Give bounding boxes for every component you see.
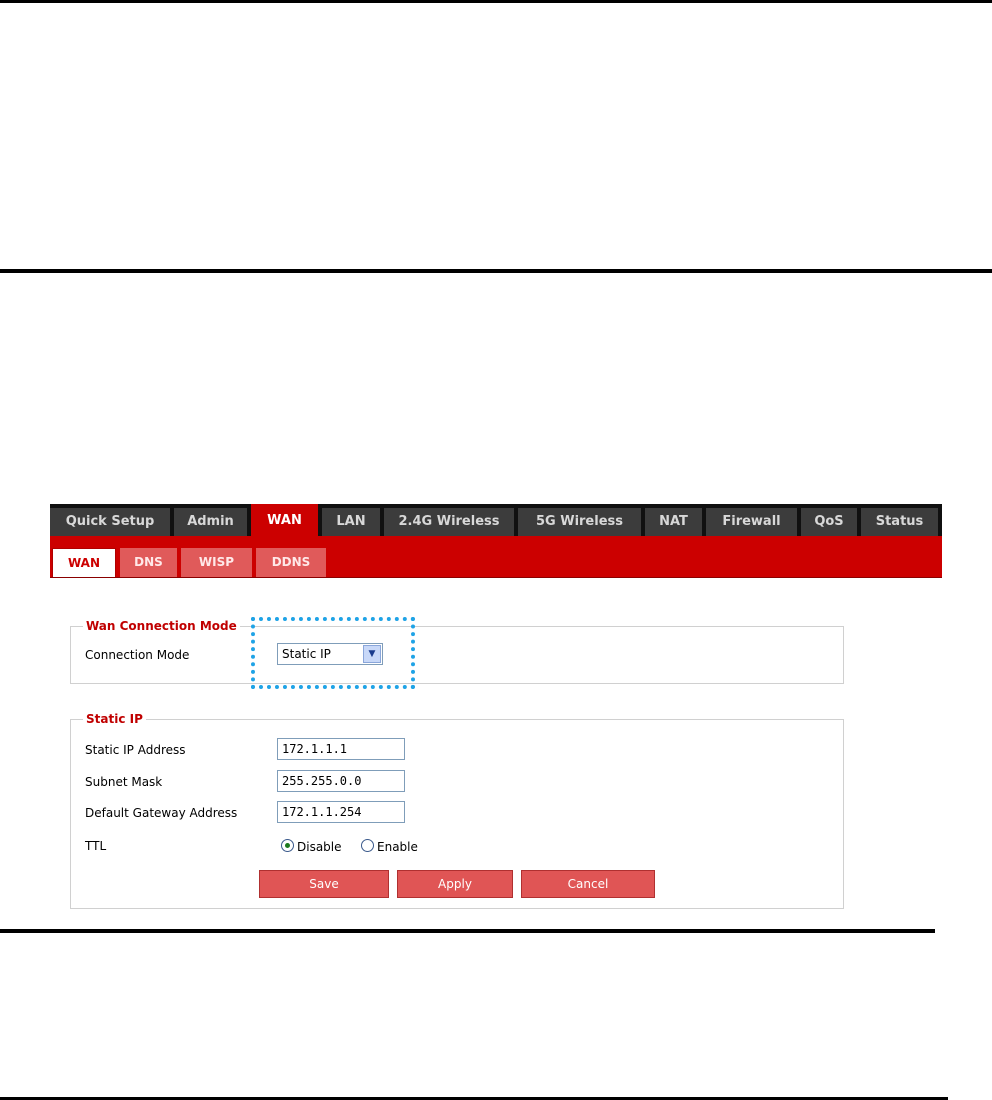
subnet-mask-label: Subnet Mask	[85, 775, 163, 789]
subtab-wisp[interactable]: WISP	[181, 548, 252, 577]
static-ip-address-label: Static IP Address	[85, 743, 186, 757]
subtab-wan[interactable]: WAN	[52, 548, 116, 577]
static-ip-address-input[interactable]: 172.1.1.1	[277, 738, 405, 760]
tab-lan[interactable]: LAN	[322, 508, 380, 536]
tab-admin[interactable]: Admin	[174, 508, 247, 536]
default-gateway-input[interactable]: 172.1.1.254	[277, 801, 405, 823]
ttl-disable-radio[interactable]	[281, 839, 294, 852]
tab-wan[interactable]: WAN	[251, 504, 318, 536]
ttl-enable-label: Enable	[377, 840, 418, 854]
save-button[interactable]: Save	[259, 870, 389, 898]
tab-firewall[interactable]: Firewall	[706, 508, 797, 536]
tab-nat[interactable]: NAT	[645, 508, 702, 536]
tab-status[interactable]: Status	[861, 508, 938, 536]
default-gateway-label: Default Gateway Address	[85, 806, 238, 820]
divider-rule-1	[0, 269, 992, 273]
main-nav: Quick Setup Admin WAN LAN 2.4G Wireless …	[50, 504, 942, 536]
radio-selected-dot	[285, 843, 290, 848]
ttl-enable-radio[interactable]	[361, 839, 374, 852]
router-wan-screenshot: Quick Setup Admin WAN LAN 2.4G Wireless …	[50, 504, 942, 909]
tab-5g-wireless[interactable]: 5G Wireless	[518, 508, 641, 536]
wan-connection-mode-group: Wan Connection Mode Connection Mode Stat…	[70, 618, 844, 684]
tab-quick-setup[interactable]: Quick Setup	[50, 508, 170, 536]
static-ip-legend: Static IP	[83, 711, 146, 727]
subtab-ddns[interactable]: DDNS	[256, 548, 326, 577]
wan-connection-mode-legend: Wan Connection Mode	[83, 618, 240, 634]
top-rule	[0, 0, 992, 3]
ttl-disable-label: Disable	[297, 840, 342, 854]
subnet-mask-input[interactable]: 255.255.0.0	[277, 770, 405, 792]
divider-rule-2	[0, 929, 935, 933]
tab-qos[interactable]: QoS	[801, 508, 857, 536]
subtab-dns[interactable]: DNS	[120, 548, 177, 577]
connection-mode-label: Connection Mode	[85, 648, 190, 662]
sub-nav: WAN DNS WISP DDNS	[50, 536, 942, 578]
apply-button[interactable]: Apply	[397, 870, 513, 898]
highlight-box	[251, 617, 415, 689]
ttl-label: TTL	[85, 839, 107, 853]
cancel-button[interactable]: Cancel	[521, 870, 655, 898]
tab-24g-wireless[interactable]: 2.4G Wireless	[384, 508, 514, 536]
